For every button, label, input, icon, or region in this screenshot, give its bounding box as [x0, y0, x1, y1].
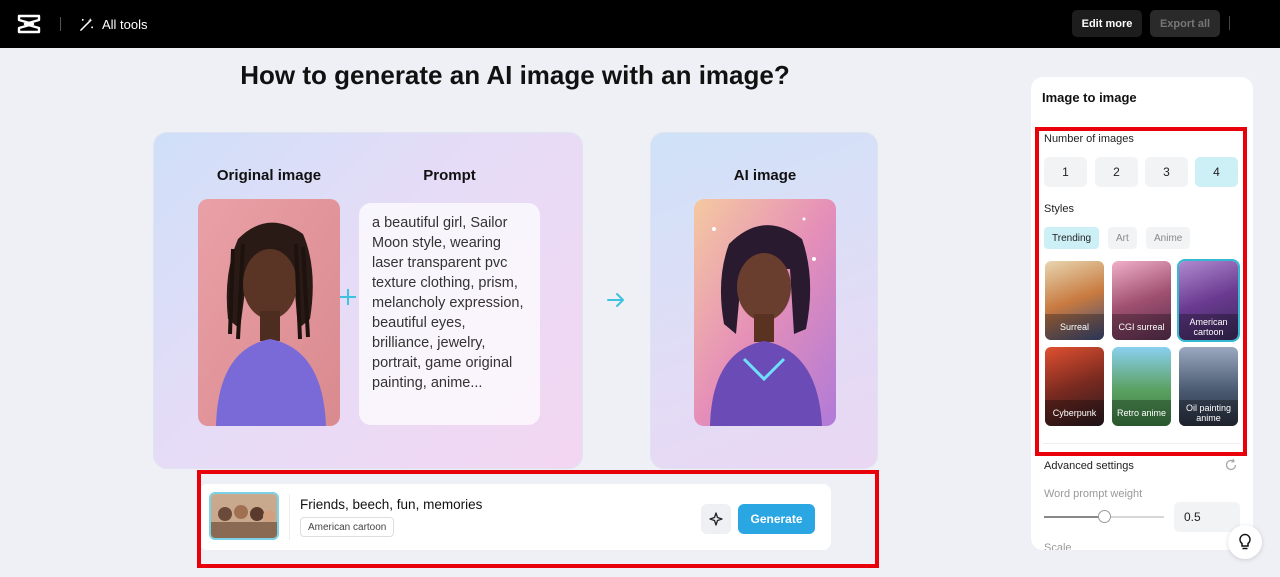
- style-tag[interactable]: American cartoon: [300, 517, 395, 537]
- topbar-divider-right: [1229, 16, 1230, 30]
- ai-image-title: AI image: [733, 167, 797, 184]
- export-all-button[interactable]: Export all: [1150, 10, 1220, 37]
- example-input-card: Original image Prompt a beautiful girl, …: [153, 132, 583, 469]
- prompt-text: a beautiful girl, Sailor Moon style, wea…: [359, 203, 540, 425]
- topbar-divider: [60, 17, 61, 31]
- slider-handle[interactable]: [1098, 510, 1111, 523]
- prompt-input[interactable]: Friends, beech, fun, memories: [300, 497, 482, 512]
- arrow-right-icon: [607, 293, 624, 307]
- top-bar: All tools Edit more Export all: [0, 0, 1280, 48]
- number-option-2[interactable]: 2: [1095, 157, 1138, 187]
- tab-art[interactable]: Art: [1108, 227, 1137, 249]
- generate-button[interactable]: Generate: [738, 504, 815, 534]
- settings-panel: Image to image Number of images 1 2 3 4 …: [1031, 77, 1253, 550]
- style-tile-label: American cartoon: [1179, 314, 1238, 340]
- reset-icon[interactable]: [1224, 458, 1238, 472]
- style-tile-retro-anime[interactable]: Retro anime: [1112, 347, 1171, 426]
- style-tile-cgi-surreal[interactable]: CGI surreal: [1112, 261, 1171, 340]
- edit-more-button[interactable]: Edit more: [1072, 10, 1142, 37]
- tab-trending[interactable]: Trending: [1044, 227, 1100, 249]
- uploaded-image-thumbnail[interactable]: [209, 492, 279, 540]
- prompt-bar-divider: [289, 494, 290, 540]
- sparkle-icon: [709, 512, 723, 526]
- lightbulb-icon: [1239, 533, 1251, 550]
- word-weight-value[interactable]: 0.5: [1174, 502, 1240, 532]
- magic-enhance-button[interactable]: [701, 504, 731, 534]
- prompt-title: Prompt: [423, 167, 476, 184]
- page-heading: How to generate an AI image with an imag…: [240, 60, 790, 90]
- panel-divider: [1043, 443, 1241, 444]
- word-prompt-weight-label: Word prompt weight: [1044, 488, 1143, 500]
- ai-image: [694, 199, 836, 426]
- style-tile-label: Oil painting anime: [1179, 400, 1238, 426]
- style-tile-american-cartoon[interactable]: American cartoon: [1177, 259, 1240, 342]
- style-tile-cyberpunk[interactable]: Cyberpunk: [1045, 347, 1104, 426]
- style-tile-surreal[interactable]: Surreal: [1045, 261, 1104, 340]
- style-tile-label: Cyberpunk: [1045, 400, 1104, 426]
- number-of-images-label: Number of images: [1044, 133, 1134, 145]
- slider-fill: [1044, 516, 1104, 518]
- styles-label: Styles: [1044, 203, 1074, 215]
- prompt-bar: Friends, beech, fun, memories American c…: [199, 484, 831, 550]
- style-tile-label: Surreal: [1045, 314, 1104, 340]
- number-option-1[interactable]: 1: [1044, 157, 1087, 187]
- scale-label: Scale: [1044, 542, 1072, 550]
- style-tile-label: Retro anime: [1112, 400, 1171, 426]
- magic-wand-icon: [80, 17, 94, 31]
- tab-anime[interactable]: Anime: [1146, 227, 1191, 249]
- number-option-3[interactable]: 3: [1145, 157, 1188, 187]
- plus-icon: [340, 289, 356, 305]
- panel-title: Image to image: [1042, 90, 1137, 105]
- original-image-title: Original image: [216, 167, 322, 184]
- original-image: [198, 199, 340, 426]
- number-option-4[interactable]: 4: [1195, 157, 1238, 187]
- example-output-card: AI image: [650, 132, 878, 469]
- advanced-settings-label[interactable]: Advanced settings: [1044, 460, 1134, 472]
- style-tile-label: CGI surreal: [1112, 314, 1171, 340]
- all-tools-link[interactable]: All tools: [79, 14, 148, 34]
- all-tools-label: All tools: [102, 16, 148, 32]
- help-button[interactable]: [1228, 525, 1262, 559]
- style-tile-oil-painting-anime[interactable]: Oil painting anime: [1179, 347, 1238, 426]
- capcut-logo-icon[interactable]: [17, 13, 41, 35]
